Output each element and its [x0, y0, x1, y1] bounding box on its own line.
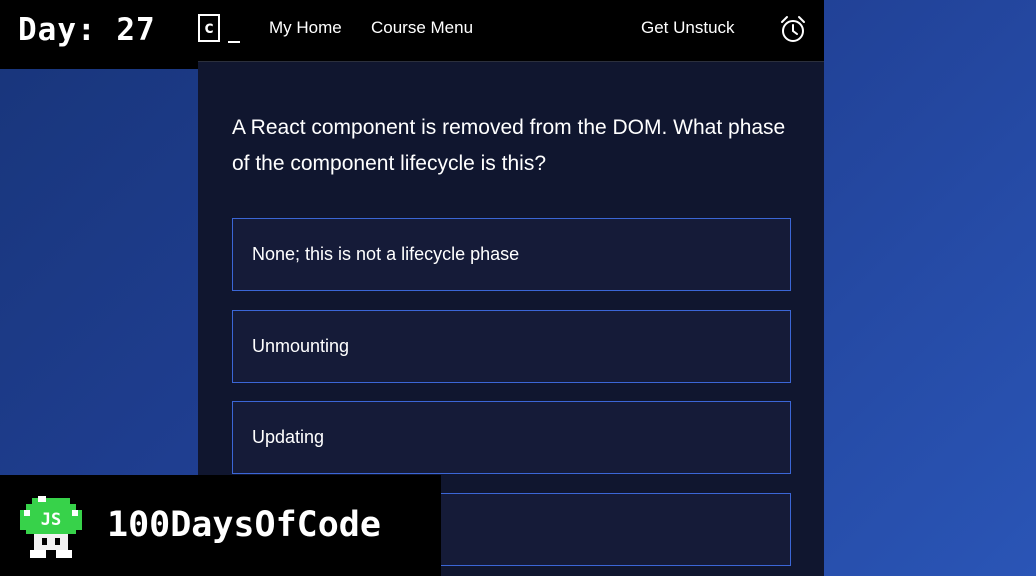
day-counter-overlay: Day: 27: [0, 0, 198, 69]
hashtag-label: 100DaysOfCode: [107, 505, 381, 545]
codecademy-logo[interactable]: c: [198, 14, 220, 42]
day-number: 27: [116, 12, 156, 48]
day-label: Day:: [18, 12, 97, 48]
nav-my-home[interactable]: My Home: [269, 18, 342, 38]
nav-course-menu[interactable]: Course Menu: [371, 18, 473, 38]
quiz-question: A React component is removed from the DO…: [232, 116, 786, 175]
answer-option-3[interactable]: Updating: [232, 401, 791, 474]
top-navigation-bar: c My Home Course Menu Get Unstuck: [198, 0, 824, 62]
alarm-clock-icon[interactable]: [779, 15, 807, 45]
mascot-label: JS: [41, 510, 61, 530]
hashtag-badge-overlay: JS 100DaysOfCode: [0, 475, 441, 576]
answer-option-2[interactable]: Unmounting: [232, 310, 791, 383]
logo-cursor: [228, 41, 240, 43]
nav-get-unstuck[interactable]: Get Unstuck: [641, 18, 735, 38]
js-mushroom-icon: JS: [20, 496, 82, 558]
answer-option-1[interactable]: None; this is not a lifecycle phase: [232, 218, 791, 291]
day-counter: Day: 27: [18, 12, 156, 48]
